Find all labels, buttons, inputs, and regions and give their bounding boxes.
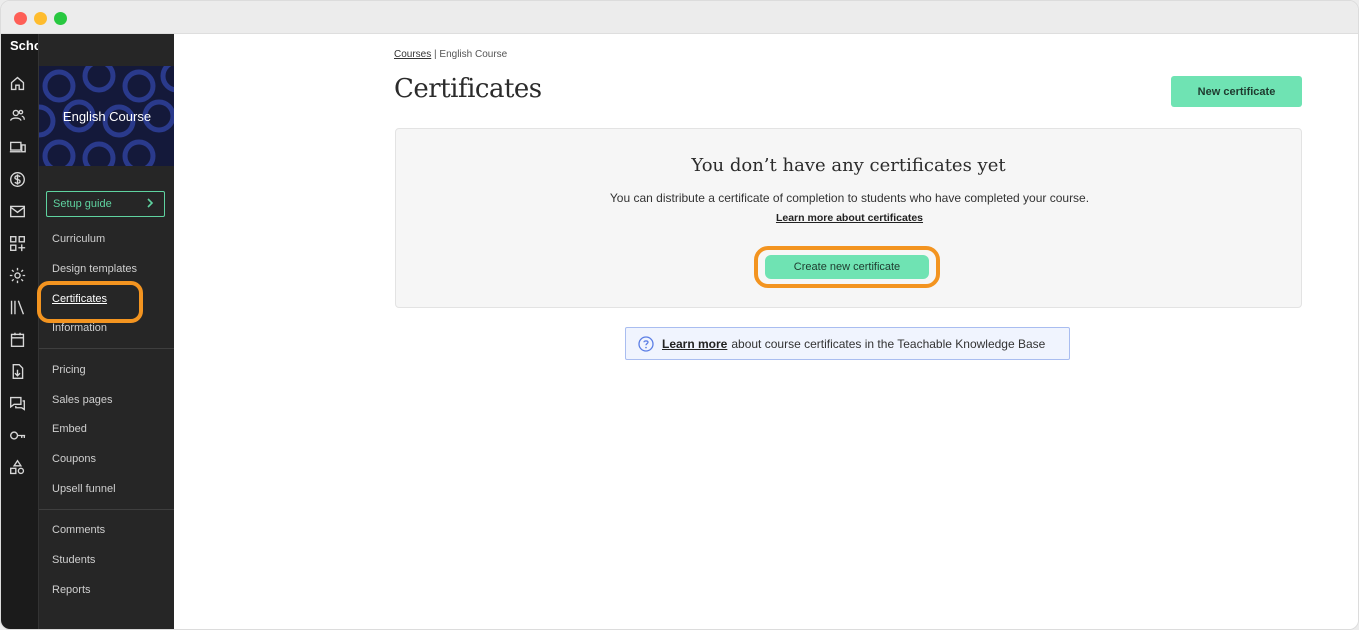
nav-item-reports[interactable]: Reports <box>52 584 91 596</box>
mail-icon[interactable] <box>8 202 26 220</box>
new-certificate-button[interactable]: New certificate <box>1171 76 1302 107</box>
nav-divider <box>39 348 175 349</box>
home-icon[interactable] <box>8 74 26 92</box>
nav-item-curriculum[interactable]: Curriculum <box>52 233 105 245</box>
empty-state-title: You don’t have any certificates yet <box>691 155 1006 176</box>
page-title: Certificates <box>394 74 542 104</box>
nav-divider <box>39 509 175 510</box>
nav-item-comments[interactable]: Comments <box>52 524 105 536</box>
shapes-icon[interactable] <box>8 458 26 476</box>
empty-state-description: You can distribute a certificate of comp… <box>606 189 1093 228</box>
knowledge-base-callout: Learn more about course certificates in … <box>625 327 1070 360</box>
gear-icon[interactable] <box>8 266 26 284</box>
devices-icon[interactable] <box>8 138 26 156</box>
certificates-highlight-ring <box>37 281 143 323</box>
course-nav: English Course Setup guide Curriculum De… <box>38 34 175 629</box>
nav-item-coupons[interactable]: Coupons <box>52 453 96 465</box>
nav-item-design-templates[interactable]: Design templates <box>52 263 137 275</box>
users-icon[interactable] <box>8 106 26 124</box>
nav-item-information[interactable]: Information <box>52 322 107 334</box>
course-title: English Course <box>62 108 152 124</box>
question-circle-icon <box>638 335 654 352</box>
empty-state-card: You don’t have any certificates yet You … <box>395 128 1302 308</box>
create-button-highlight-ring: Create new certificate <box>754 246 940 288</box>
apps-icon[interactable] <box>8 234 26 252</box>
library-icon[interactable] <box>8 298 26 316</box>
nav-item-upsell-funnel[interactable]: Upsell funnel <box>52 483 116 495</box>
empty-state-text: You can distribute a certificate of comp… <box>609 191 1090 205</box>
course-banner: English Course <box>39 66 175 166</box>
comments-icon[interactable] <box>8 394 26 412</box>
knowledge-base-link[interactable]: Learn more <box>662 337 727 351</box>
calendar-icon[interactable] <box>8 330 26 348</box>
breadcrumb-current: English Course <box>439 49 508 60</box>
knowledge-base-text: about course certificates in the Teachab… <box>731 336 1046 351</box>
create-new-certificate-button[interactable]: Create new certificate <box>765 255 929 279</box>
minimize-window-button[interactable] <box>34 12 47 25</box>
main-content: Courses | English Course Certificates Ne… <box>174 34 1358 629</box>
breadcrumb: Courses | English Course <box>394 49 507 60</box>
setup-guide-label: Setup guide <box>53 198 112 210</box>
nav-item-embed[interactable]: Embed <box>52 423 87 435</box>
breadcrumb-courses-link[interactable]: Courses <box>394 49 431 60</box>
key-icon[interactable] <box>8 426 26 444</box>
close-window-button[interactable] <box>14 12 27 25</box>
maximize-window-button[interactable] <box>54 12 67 25</box>
breadcrumb-separator: | <box>434 49 437 60</box>
chevron-right-icon <box>147 198 154 208</box>
dollar-icon[interactable] <box>8 170 26 188</box>
app-window: School English Course Setup guide Curric… <box>0 0 1359 630</box>
nav-item-pricing[interactable]: Pricing <box>52 364 86 376</box>
setup-guide-button[interactable]: Setup guide <box>46 191 165 217</box>
download-icon[interactable] <box>8 362 26 380</box>
icon-rail: School <box>1 34 53 629</box>
window-titlebar <box>1 1 1358 34</box>
nav-item-sales-pages[interactable]: Sales pages <box>52 394 113 406</box>
nav-item-students[interactable]: Students <box>52 554 95 566</box>
learn-more-certificates-link[interactable]: Learn more about certificates <box>776 212 923 224</box>
